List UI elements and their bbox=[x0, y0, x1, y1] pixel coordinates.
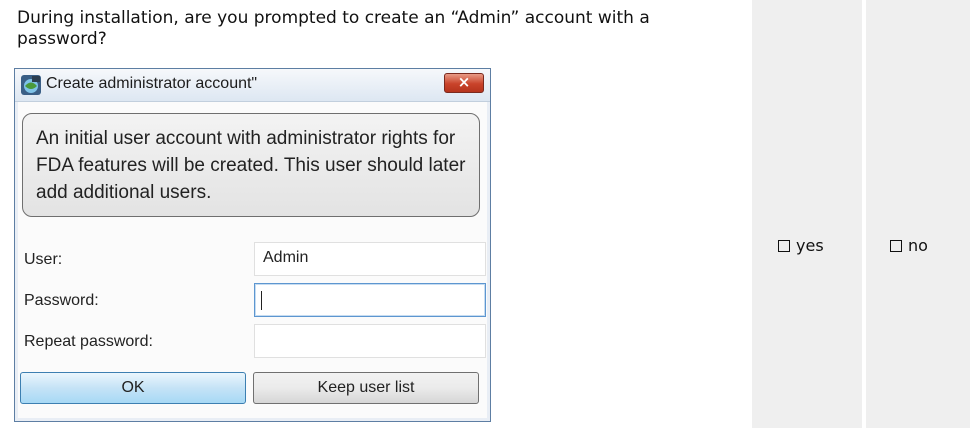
keep-user-list-button[interactable]: Keep user list bbox=[253, 372, 479, 404]
repeat-password-input[interactable] bbox=[254, 324, 486, 358]
dialog-titlebar: Create administrator account" × bbox=[15, 69, 490, 102]
ok-button[interactable]: OK bbox=[20, 372, 246, 404]
create-admin-dialog-screenshot: Create administrator account" × An initi… bbox=[14, 68, 491, 422]
dialog-body: An initial user account with administrat… bbox=[18, 102, 487, 418]
yes-cell bbox=[752, 0, 862, 428]
question-cell: During installation, are you prompted to… bbox=[0, 0, 748, 428]
dialog-title: Create administrator account" bbox=[46, 75, 258, 92]
yes-label: yes bbox=[796, 236, 824, 255]
user-row: User: Admin bbox=[18, 242, 487, 278]
question-text: During installation, are you prompted to… bbox=[17, 8, 650, 49]
no-label: no bbox=[908, 236, 928, 255]
app-globe-icon bbox=[21, 75, 41, 95]
survey-row: During installation, are you prompted to… bbox=[0, 0, 970, 428]
close-icon: × bbox=[457, 73, 471, 91]
yes-option[interactable]: yes bbox=[778, 236, 824, 255]
checkbox-empty-icon[interactable] bbox=[890, 239, 902, 252]
password-input[interactable] bbox=[254, 283, 486, 317]
user-label: User: bbox=[24, 251, 63, 268]
close-button[interactable]: × bbox=[444, 73, 484, 93]
no-cell bbox=[866, 0, 970, 428]
password-row: Password: bbox=[18, 283, 487, 319]
text-caret bbox=[261, 291, 262, 310]
repeat-password-row: Repeat password: bbox=[18, 324, 487, 360]
no-option[interactable]: no bbox=[890, 236, 928, 255]
user-input[interactable]: Admin bbox=[254, 242, 486, 276]
info-message: An initial user account with administrat… bbox=[22, 113, 480, 217]
checkbox-empty-icon[interactable] bbox=[778, 239, 790, 252]
repeat-password-label: Repeat password: bbox=[24, 333, 153, 350]
password-label: Password: bbox=[24, 292, 99, 309]
